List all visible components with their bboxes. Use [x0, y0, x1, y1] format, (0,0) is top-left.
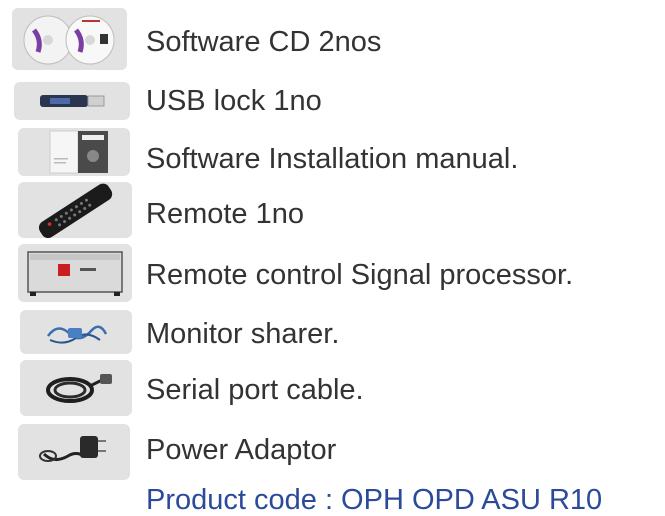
power-adaptor-thumbnail	[18, 424, 130, 480]
remote-thumbnail	[18, 182, 132, 238]
software-cd-icon	[23, 15, 115, 65]
usb-lock-icon	[40, 95, 105, 107]
item-label-signal-processor: Remote control Signal processor.	[146, 259, 574, 291]
signal-processor-thumbnail	[18, 244, 132, 302]
item-label-usb-lock: USB lock 1no	[146, 85, 322, 117]
product-code: Product code : OPH OPD ASU R10	[146, 484, 603, 516]
monitor-sharer-icon	[46, 325, 108, 344]
software-cd-thumbnail	[12, 8, 127, 70]
item-label-remote: Remote 1no	[146, 198, 304, 230]
manual-thumbnail	[18, 128, 130, 176]
manual-icon	[49, 130, 108, 174]
item-label-serial-cable: Serial port cable.	[146, 374, 364, 406]
serial-cable-thumbnail	[20, 360, 132, 416]
serial-cable-icon	[46, 374, 112, 403]
power-adaptor-icon	[39, 436, 106, 462]
monitor-sharer-thumbnail	[20, 310, 132, 354]
item-label-manual: Software Installation manual.	[146, 143, 519, 175]
item-label-software-cd: Software CD 2nos	[146, 26, 382, 58]
remote-icon	[38, 183, 113, 238]
usb-lock-thumbnail	[14, 82, 130, 120]
item-label-power-adaptor: Power Adaptor	[146, 434, 337, 466]
signal-processor-icon	[27, 251, 123, 296]
item-label-monitor-sharer: Monitor sharer.	[146, 318, 340, 350]
